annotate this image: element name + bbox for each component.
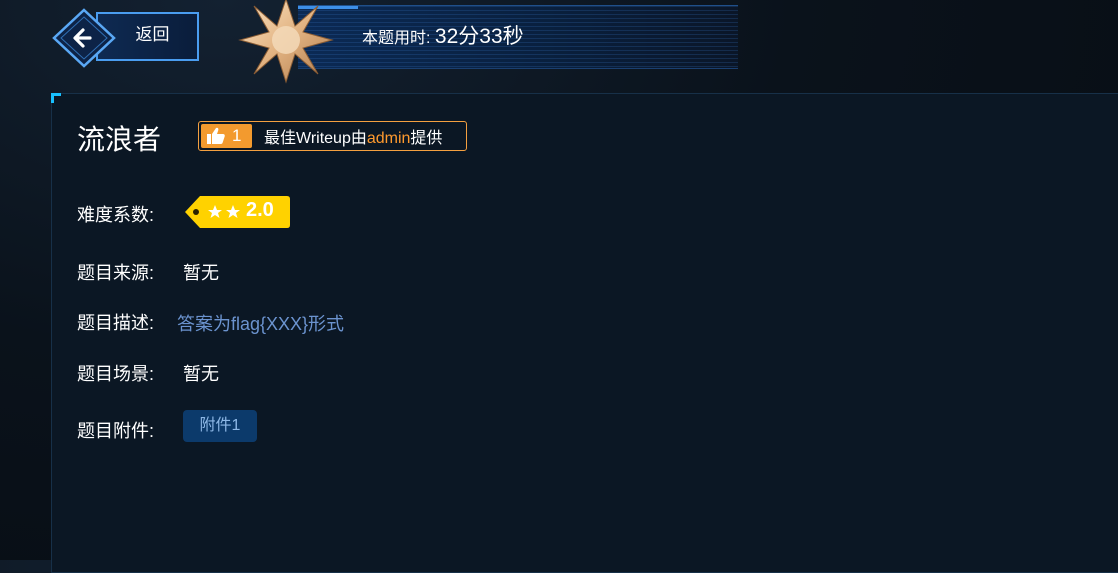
writeup-badge[interactable]: 1 最佳Writeup由admin提供 [198,121,467,151]
like-count: 1 [232,126,242,145]
back-button[interactable]: 返回 [50,5,205,69]
panel-corner-accent [51,93,61,103]
difficulty-value: 2.0 [246,199,274,221]
writeup-suffix: 提供 [410,130,443,147]
scene-row: 题目场景: 暂无 [77,360,219,386]
source-label: 题目来源: [77,263,155,283]
writeup-prefix: 最佳Writeup由 [264,130,367,147]
source-value: 暂无 [183,263,219,283]
thumbs-up-icon [207,127,225,144]
attachment-label: 题目附件: [77,421,155,441]
compass-star-icon [238,0,334,84]
left-arrow-icon [52,8,116,68]
like-counter[interactable]: 1 [201,124,252,148]
writeup-credit: 最佳Writeup由admin提供 [264,124,442,148]
source-row: 题目来源: 暂无 [77,259,219,285]
timer-label: 本题用时: [362,30,431,47]
timer-value: 32分33秒 [434,25,524,48]
difficulty-label: 难度系数: [77,205,155,225]
description-label: 题目描述: [77,313,155,333]
difficulty-tag [185,196,290,228]
description-row: 题目描述: 答案为flag{XXX}形式 [77,309,344,335]
timer-readout: 本题用时: 32分33秒 [362,20,524,50]
scene-value: 暂无 [183,364,219,384]
scene-label: 题目场景: [77,364,155,384]
attachment-button[interactable]: 附件1 [183,410,257,442]
timer-banner: 本题用时: 32分33秒 [298,5,738,69]
description-value: 答案为flag{XXX}形式 [177,314,345,334]
challenge-title: 流浪者 [77,124,162,155]
writeup-author-link[interactable]: admin [367,130,411,147]
